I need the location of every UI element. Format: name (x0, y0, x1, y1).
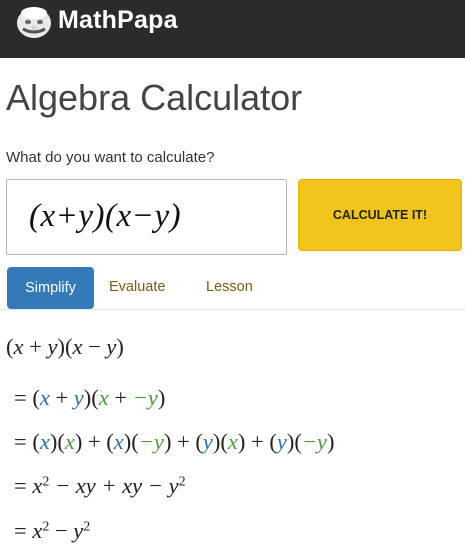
expression-input[interactable]: (x+y)(x−y) (6, 179, 287, 255)
calculate-button[interactable]: CALCULATE IT! (298, 179, 462, 251)
step-2: = (x)(x) + (x)(−y) + (y)(x) + (y)(−y) (14, 429, 335, 454)
step-3: = x2 − xy + xy − y2 (14, 473, 186, 498)
step-0: (x + y)(x − y) (6, 334, 124, 359)
page-title: Algebra Calculator (6, 77, 303, 118)
tab-evaluate[interactable]: Evaluate (109, 279, 165, 295)
input-prompt-label: What do you want to calculate? (6, 149, 215, 166)
brand-name[interactable]: MathPapa (58, 6, 178, 35)
tabs-divider (0, 309, 465, 310)
step-1: = (x + y)(x + −y) (14, 385, 166, 410)
expression-value: (x+y)(x−y) (29, 198, 182, 234)
top-navbar: MathPapa (0, 0, 465, 58)
tab-simplify[interactable]: Simplify (7, 267, 94, 309)
tab-lesson[interactable]: Lesson (206, 279, 253, 295)
papa-face-icon[interactable] (14, 4, 54, 40)
step-4: = x2 − y2 (14, 518, 91, 543)
